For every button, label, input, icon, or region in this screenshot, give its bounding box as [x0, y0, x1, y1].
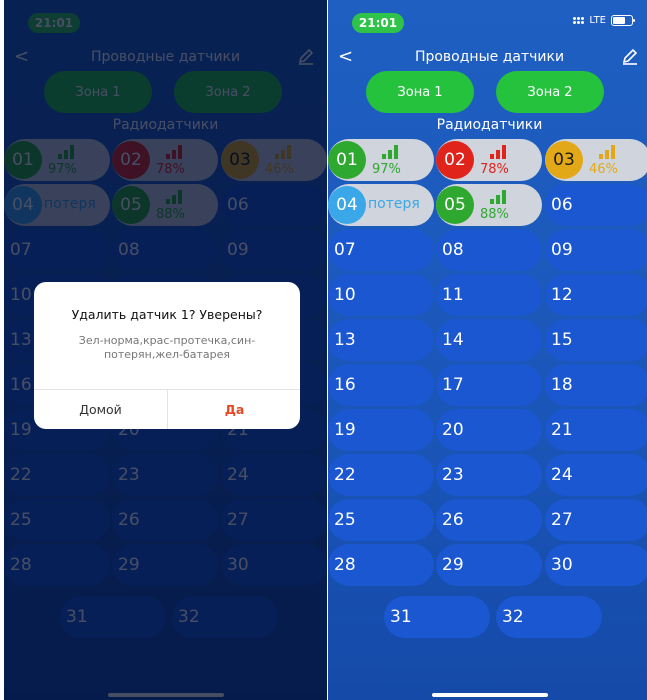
dialog-message: Зел-норма,крас-протечка,син-потерян,жел-…	[78, 334, 256, 361]
radio-sensors-title: Радиодатчики	[436, 117, 543, 133]
status-indicators: LTE	[573, 15, 635, 26]
sensor-number: 05	[436, 186, 474, 224]
sensor-number: 18	[551, 375, 573, 395]
delete-dialog: Удалить датчик 1? Уверены? Зел-норма,кра…	[34, 282, 300, 429]
sensor-07-button[interactable]: 07	[328, 229, 434, 271]
sensor-17-button[interactable]: 17	[436, 364, 542, 406]
sensor-15-button[interactable]: 15	[545, 319, 647, 361]
sensor-number: 30	[551, 555, 573, 575]
signal-percent: 88%	[480, 207, 509, 222]
status-time: 21:01	[352, 13, 404, 33]
sensor-14-button[interactable]: 14	[436, 319, 542, 361]
phone-screen: 21:01 LTE < Проводные датчики Зона 1 Зон…	[328, 0, 647, 700]
signal-bars-icon	[490, 190, 508, 204]
sensor-05-button[interactable]: 05 88%	[436, 184, 542, 226]
sensor-29-button[interactable]: 29	[436, 544, 542, 586]
battery-icon	[611, 15, 635, 26]
sensor-number: 31	[390, 607, 412, 627]
sensor-12-button[interactable]: 12	[545, 274, 647, 316]
phone-screen-dialog: 21:01 < Проводные датчики Зона 1 Зона 2 …	[4, 0, 327, 700]
sensor-number: 12	[551, 285, 573, 305]
sensor-01-button[interactable]: 01 97%	[328, 139, 434, 181]
sensor-30-button[interactable]: 30	[545, 544, 647, 586]
sensor-11-button[interactable]: 11	[436, 274, 542, 316]
sensor-32-button[interactable]: 32	[496, 596, 602, 638]
sensor-31-button[interactable]: 31	[384, 596, 490, 638]
sensor-number: 22	[334, 465, 356, 485]
sensor-number: 03	[545, 141, 583, 179]
signal-bars-icon	[490, 145, 508, 159]
signal-icon	[573, 17, 585, 24]
sensor-number: 28	[334, 555, 356, 575]
sensor-25-button[interactable]: 25	[328, 499, 434, 541]
sensor-22-button[interactable]: 22	[328, 454, 434, 496]
sensor-26-button[interactable]: 26	[436, 499, 542, 541]
sensor-number: 21	[551, 420, 573, 440]
sensor-number: 06	[551, 195, 573, 215]
home-indicator	[432, 693, 548, 697]
confirm-yes-button[interactable]: Да	[168, 390, 300, 429]
zone-2-button[interactable]: Зона 2	[496, 71, 604, 113]
sensor-number: 15	[551, 330, 573, 350]
zone-1-button[interactable]: Зона 1	[366, 71, 474, 113]
sensor-number: 27	[551, 510, 573, 530]
nav-bar: < Проводные датчики	[328, 46, 647, 70]
sensor-20-button[interactable]: 20	[436, 409, 542, 451]
signal-percent: 46%	[589, 162, 618, 177]
sensor-21-button[interactable]: 21	[545, 409, 647, 451]
sensor-16-button[interactable]: 16	[328, 364, 434, 406]
sensor-number: 09	[551, 240, 573, 260]
edit-icon[interactable]	[621, 47, 639, 65]
sensor-number: 08	[442, 240, 464, 260]
sensor-number: 02	[436, 141, 474, 179]
sensor-13-button[interactable]: 13	[328, 319, 434, 361]
sensor-04-button[interactable]: 04потеря	[328, 184, 434, 226]
page-title: Проводные датчики	[414, 49, 565, 65]
sensor-number: 16	[334, 375, 356, 395]
dialog-title: Удалить датчик 1? Уверены?	[71, 307, 263, 322]
signal-percent: 78%	[480, 162, 509, 177]
signal-bars-icon	[382, 145, 400, 159]
sensor-23-button[interactable]: 23	[436, 454, 542, 496]
network-label: LTE	[589, 15, 606, 26]
sensor-19-button[interactable]: 19	[328, 409, 434, 451]
sensor-number: 10	[334, 285, 356, 305]
sensor-18-button[interactable]: 18	[545, 364, 647, 406]
sensor-06-button[interactable]: 06	[545, 184, 647, 226]
sensor-09-button[interactable]: 09	[545, 229, 647, 271]
sensor-08-button[interactable]: 08	[436, 229, 542, 271]
home-button[interactable]: Домой	[34, 390, 167, 429]
sensor-number: 14	[442, 330, 464, 350]
sensor-number: 19	[334, 420, 356, 440]
sensor-number: 26	[442, 510, 464, 530]
sensor-status-label: потеря	[368, 196, 420, 212]
sensor-number: 13	[334, 330, 356, 350]
signal-percent: 97%	[372, 162, 401, 177]
sensor-number: 29	[442, 555, 464, 575]
sensor-number: 07	[334, 240, 356, 260]
status-bar: 21:01 LTE	[328, 10, 647, 34]
sensor-number: 04	[328, 186, 366, 224]
sensor-number: 24	[551, 465, 573, 485]
sensor-number: 11	[442, 285, 464, 305]
sensor-number: 20	[442, 420, 464, 440]
sensor-number: 25	[334, 510, 356, 530]
sensor-28-button[interactable]: 28	[328, 544, 434, 586]
sensor-10-button[interactable]: 10	[328, 274, 434, 316]
sensor-03-button[interactable]: 03 46%	[545, 139, 647, 181]
sensor-27-button[interactable]: 27	[545, 499, 647, 541]
sensor-02-button[interactable]: 02 78%	[436, 139, 542, 181]
sensor-number: 17	[442, 375, 464, 395]
sensor-24-button[interactable]: 24	[545, 454, 647, 496]
sensor-number: 01	[328, 141, 366, 179]
sensor-number: 23	[442, 465, 464, 485]
signal-bars-icon	[599, 145, 617, 159]
sensor-number: 32	[502, 607, 524, 627]
